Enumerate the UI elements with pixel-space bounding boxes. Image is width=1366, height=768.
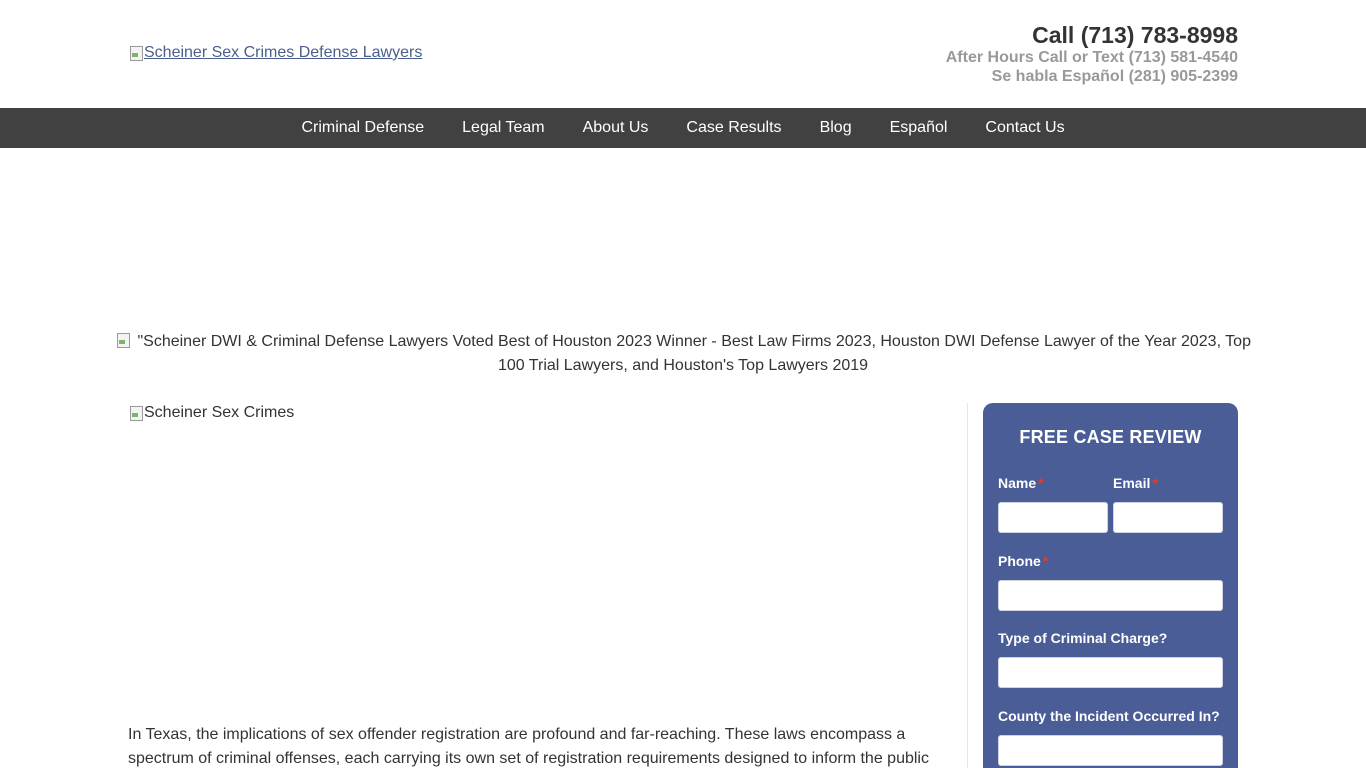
nav-item-espanol[interactable]: Español	[871, 108, 967, 148]
email-label-text: Email	[1113, 475, 1151, 491]
nav-item-about-us[interactable]: About Us	[564, 108, 668, 148]
header-contact: Call (713) 783-8998 After Hours Call or …	[946, 22, 1238, 86]
site-header: Scheiner Sex Crimes Defense Lawyers Call…	[0, 0, 1366, 108]
award-banner: "Scheiner DWI & Criminal Defense Lawyers…	[108, 330, 1258, 378]
free-case-review-form: FREE CASE REVIEW Name * Email * Phone * Typ…	[983, 403, 1238, 768]
phone-field[interactable]	[998, 580, 1223, 611]
phone-label-text: Phone	[998, 553, 1041, 569]
phone-label: Phone *	[998, 553, 1048, 569]
main-phone[interactable]: Call (713) 783-8998	[946, 22, 1238, 48]
nav-item-blog[interactable]: Blog	[801, 108, 871, 148]
name-label: Name *	[998, 475, 1044, 491]
charge-field[interactable]	[998, 657, 1223, 688]
county-field[interactable]	[998, 735, 1223, 766]
charge-label: Type of Criminal Charge?	[998, 630, 1168, 646]
required-mark: *	[1042, 553, 1049, 569]
name-field[interactable]	[998, 502, 1108, 533]
required-mark: *	[1152, 475, 1158, 491]
email-label: Email *	[1113, 475, 1158, 491]
main-nav: Criminal Defense Legal Team About Us Cas…	[0, 108, 1366, 148]
site-logo-alt-text: Scheiner Sex Crimes Defense Lawyers	[144, 44, 423, 61]
county-label: County the Incident Occurred In?	[998, 708, 1220, 724]
required-mark: *	[1038, 475, 1044, 491]
article-image: Scheiner Sex Crimes	[128, 404, 294, 422]
form-title: FREE CASE REVIEW	[1019, 427, 1202, 447]
nav-item-legal-team[interactable]: Legal Team	[443, 108, 563, 148]
award-alt-text: "Scheiner DWI & Criminal Defense Lawyers…	[137, 333, 1251, 374]
site-logo-link[interactable]: Scheiner Sex Crimes Defense Lawyers	[128, 44, 422, 62]
email-field[interactable]	[1113, 502, 1223, 533]
nav-item-criminal-defense[interactable]: Criminal Defense	[282, 108, 443, 148]
broken-image-icon	[115, 332, 131, 348]
after-hours-phone[interactable]: After Hours Call or Text (713) 581-4540	[946, 48, 1238, 67]
article-image-alt-text: Scheiner Sex Crimes	[144, 404, 295, 421]
nav-item-contact-us[interactable]: Contact Us	[966, 108, 1083, 148]
article-paragraph: In Texas, the implications of sex offend…	[128, 726, 929, 767]
spanish-phone[interactable]: Se habla Español (281) 905-2399	[946, 67, 1238, 86]
broken-image-icon	[128, 45, 144, 61]
broken-image-icon	[128, 405, 144, 421]
name-label-text: Name	[998, 475, 1037, 491]
nav-item-case-results[interactable]: Case Results	[667, 108, 800, 148]
sidebar-divider	[967, 403, 968, 768]
